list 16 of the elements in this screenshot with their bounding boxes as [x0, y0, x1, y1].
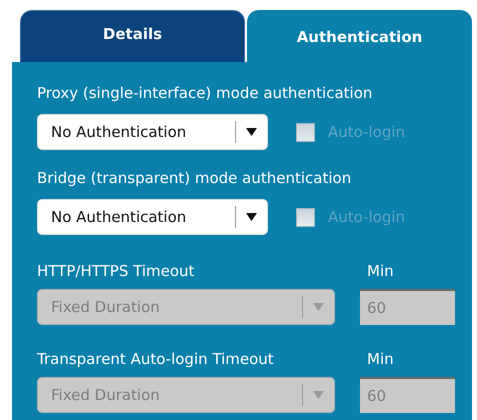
caret-icon [313, 303, 324, 311]
caret-icon [313, 391, 324, 399]
section-label: Transparent Auto-login Timeout [37, 350, 274, 368]
tab[interactable]: Authentication [247, 10, 472, 62]
section-label: Proxy (single-interface) mode authentication [37, 84, 374, 102]
dropdown[interactable]: No Authentication [37, 199, 268, 235]
caret-icon [246, 213, 257, 221]
section-label: Bridge (transparent) mode authentication [37, 169, 352, 187]
tab[interactable]: Details [20, 10, 245, 62]
section-label: HTTP/HTTPS Timeout [37, 262, 194, 280]
unit-label: Min [367, 262, 395, 280]
checkbox-label: Auto-login [328, 123, 406, 141]
dropdown[interactable]: No Authentication [37, 114, 268, 150]
checkbox-label: Auto-login [328, 208, 406, 226]
caret-icon [246, 128, 257, 136]
unit-label: Min [367, 350, 395, 368]
